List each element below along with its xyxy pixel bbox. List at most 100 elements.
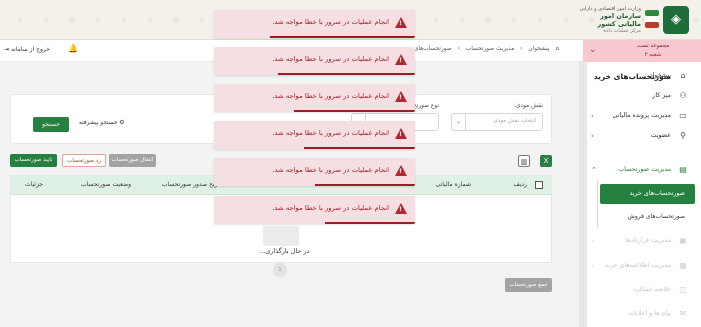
warning-icon — [395, 128, 407, 139]
error-toast[interactable]: انجام عملیات در سرور با خطا مواجه شد. — [214, 10, 415, 38]
error-toast[interactable]: انجام عملیات در سرور با خطا مواجه شد. — [214, 158, 415, 186]
chevron-left-icon: ‹ — [591, 112, 594, 120]
search-button[interactable]: جستجو — [33, 117, 69, 132]
logout-icon: ⇥ — [4, 46, 10, 53]
org-logo: ◈ وزارت امور اقتصادی و دارایی سازمان امو… — [579, 6, 689, 34]
user-line-2: شعبه ۲ — [644, 52, 662, 58]
chevron-left-icon: ‹ — [591, 132, 594, 140]
toast-progress-bar — [304, 147, 415, 149]
chevron-down-icon[interactable]: ⌄ — [589, 45, 597, 55]
toast-message: انجام عملیات در سرور با خطا مواجه شد. — [272, 92, 389, 100]
person-icon: ⚲ — [680, 131, 686, 140]
crumb-invoice-management[interactable]: مدیریت صورتحساب — [466, 46, 515, 52]
error-toast[interactable]: انجام عملیات در سرور با خطا مواجه شد. — [214, 84, 415, 112]
crumb-separator-icon: ‹ — [457, 46, 460, 52]
toast-progress-bar — [278, 73, 415, 75]
column-header-issue-date[interactable]: تاریخ صدور صورتحساب — [162, 181, 221, 188]
invoice-type-label: نوع صورتح — [413, 103, 439, 109]
sidebar-item-membership[interactable]: ⚲ عضویت ‹ — [583, 128, 701, 144]
advanced-search-toggle[interactable]: جستجو پیشرفته ⚙ — [79, 120, 125, 126]
loading-text: در حال بارگذاری... — [259, 247, 310, 255]
reject-invoice-button[interactable]: رد صورتحساب — [62, 154, 106, 167]
crumb-separator-icon: ‹ — [520, 46, 523, 52]
column-header-row[interactable]: ردیف — [514, 181, 527, 188]
sidebar-item-tax-file[interactable]: ▭ مدیریت پرونده مالیاتی ‹ — [583, 108, 701, 124]
invoice-icon: ▤ — [679, 165, 687, 174]
sidebar-item-desk[interactable]: ⚇ میز کار — [583, 88, 701, 104]
org-sub-line: مرکز عملیات داده — [603, 28, 642, 34]
home-icon: ⌂ — [680, 71, 686, 80]
people-icon: ⚇ — [679, 91, 687, 100]
pagination-button[interactable]: 1 — [273, 263, 287, 277]
user-card[interactable]: مجموعه تست شعبه ۲ ⌄ — [583, 40, 701, 62]
page-title: صورتحساب‌های خرید — [593, 72, 671, 81]
sidebar-item-label: مدیریت قراردادها — [625, 237, 671, 244]
error-toast[interactable]: انجام عملیات در سرور با خطا مواجه شد. — [214, 47, 415, 75]
chevron-down-icon: ⌄ — [452, 114, 466, 130]
select-all-checkbox[interactable] — [535, 181, 543, 189]
sidebar-item-label: مدیریت صورتحساب — [618, 166, 671, 173]
folder-icon: ▭ — [679, 111, 687, 120]
org-name-block: وزارت امور اقتصادی و دارایی سازمان امور … — [579, 6, 641, 34]
home-icon[interactable]: ⌂ — [555, 46, 559, 52]
error-toast[interactable]: انجام عملیات در سرور با خطا مواجه شد. — [214, 121, 415, 149]
gear-icon: ⚙ — [119, 120, 125, 126]
sidebar-item-invoices[interactable]: ▤ مدیریت صورتحساب ⌃ — [583, 162, 701, 178]
sidebar-item-label: مدیریت پرونده مالیاتی — [612, 112, 672, 119]
sum-invoices-button[interactable]: جمع صورتحساب — [505, 278, 552, 292]
warning-icon — [395, 17, 407, 28]
sidebar-item-messages[interactable]: ✉ پیام ها و اعلانات — [583, 306, 701, 322]
sidebar-item-label: عضویت — [650, 132, 671, 139]
user-info: مجموعه تست شعبه ۲ — [613, 42, 693, 60]
warning-icon — [395, 165, 407, 176]
sidebar-item-performance-summary[interactable]: ◫ خلاصه عملکرد — [583, 282, 701, 298]
sidebar-item-label: خلاصه عملکرد — [633, 286, 671, 293]
warning-icon — [395, 203, 407, 214]
breadcrumb: ⌂ پیشخوان ‹ مدیریت صورتحساب ‹ صورتحساب‌ه… — [397, 46, 559, 52]
toast-message: انجام عملیات در سرور با خطا مواجه شد. — [272, 18, 389, 26]
warning-icon — [395, 91, 407, 102]
sidebar-item-label: میز کار — [652, 92, 671, 99]
org-name: سازمان امور مالیاتی کشور — [597, 12, 642, 28]
toast-message: انجام عملیات در سرور با خطا مواجه شد. — [272, 55, 389, 63]
excel-icon[interactable]: X — [540, 155, 552, 167]
error-toast[interactable]: انجام عملیات در سرور با خطا مواجه شد. — [214, 196, 415, 224]
column-header-status[interactable]: وضعیت صورتحساب — [81, 181, 131, 188]
sidebar-item-label: پیام ها و اعلانات — [628, 310, 671, 317]
chevron-left-icon: ‹ — [591, 237, 594, 245]
column-header-tax-number[interactable]: شماره مالیاتی — [436, 181, 471, 188]
warning-icon — [395, 54, 407, 65]
role-placeholder: انتخاب نقش مودی — [493, 118, 537, 124]
role-label: نقش مودی: — [514, 103, 543, 109]
message-icon: ✉ — [679, 309, 687, 318]
loading-placeholder — [263, 226, 299, 246]
toast-progress-bar — [294, 110, 415, 112]
sidebar-item-purchase-notices[interactable]: ▦ مدیریت اطلاعیه‌های خرید ‹ — [583, 258, 701, 274]
notice-icon: ▦ — [679, 261, 687, 270]
chevron-left-icon: ‹ — [591, 262, 594, 270]
bell-icon[interactable]: 🔔 — [68, 44, 78, 53]
column-header-details[interactable]: جزئیات — [25, 181, 43, 188]
columns-icon[interactable]: ▥ — [518, 155, 530, 167]
contract-icon: ▣ — [679, 236, 687, 245]
toast-message: انجام عملیات در سرور با خطا مواجه شد. — [272, 166, 389, 174]
summary-icon: ◫ — [679, 285, 687, 294]
content-scrollbar[interactable] — [579, 62, 583, 327]
exit-label: خروج از سامانه — [10, 46, 50, 53]
emblem-icon: ◈ — [663, 6, 689, 34]
advanced-search-label: جستجو پیشرفته — [79, 120, 118, 126]
transfer-invoice-button[interactable]: انتقال صورتحساب — [109, 154, 156, 167]
sidebar-item-contracts[interactable]: ▣ مدیریت قراردادها ‹ — [583, 233, 701, 249]
submenu-line — [597, 180, 598, 228]
toast-message: انجام عملیات در سرور با خطا مواجه شد. — [272, 129, 389, 137]
sidebar-subitem-purchase-invoices[interactable]: صورتحساب‌های خرید — [600, 184, 695, 204]
role-select[interactable]: انتخاب نقش مودی ⌄ — [451, 113, 543, 131]
sidebar: مجموعه تست شعبه ۲ ⌄ ⌂ پیشخوان ⚇ میز کار … — [583, 40, 701, 327]
sidebar-item-label: مدیریت اطلاعیه‌های خرید — [605, 262, 671, 269]
crumb-home[interactable]: پیشخوان — [528, 46, 549, 52]
approve-invoice-button[interactable]: تایید صورتحساب — [10, 154, 57, 167]
sidebar-subitem-sales-invoices[interactable]: صورتحساب‌های فروش — [600, 210, 685, 224]
exit-button[interactable]: ⇥ خروج از سامانه — [4, 46, 50, 53]
user-line-1: مجموعه تست — [636, 43, 670, 49]
toast-progress-bar — [324, 222, 415, 224]
